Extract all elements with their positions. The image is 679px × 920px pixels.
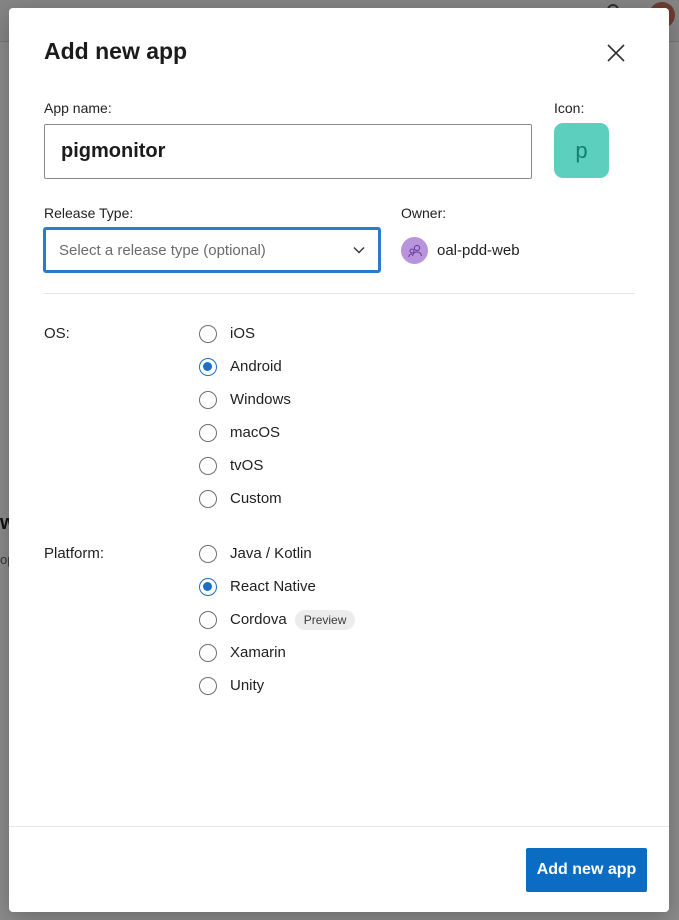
icon-label: Icon: bbox=[554, 100, 585, 116]
radio-button[interactable] bbox=[199, 544, 217, 563]
platform-option-label: Unity bbox=[230, 677, 265, 694]
owner-label: Owner: bbox=[401, 205, 447, 221]
owner-display: oal-pdd-web bbox=[401, 237, 520, 264]
platform-option-xamarin[interactable]: Xamarin bbox=[199, 643, 355, 676]
radio-button[interactable] bbox=[199, 423, 217, 442]
os-option-label: macOS bbox=[230, 424, 281, 441]
platform-option-java-kotlin[interactable]: Java / Kotlin bbox=[199, 544, 355, 577]
release-type-label: Release Type: bbox=[44, 205, 134, 221]
platform-label: Platform: bbox=[44, 545, 105, 562]
release-type-dropdown[interactable]: Select a release type (optional) bbox=[43, 227, 381, 273]
platform-option-unity[interactable]: Unity bbox=[199, 676, 355, 709]
radio-button[interactable] bbox=[199, 324, 217, 343]
os-option-label: Custom bbox=[230, 490, 282, 507]
radio-button[interactable] bbox=[199, 489, 217, 508]
platform-option-label: Cordova bbox=[230, 611, 287, 628]
platform-option-cordova[interactable]: Cordova Preview bbox=[199, 609, 356, 643]
add-app-dialog: Add new app App name: Icon: p Release Ty… bbox=[9, 8, 669, 912]
app-name-label: App name: bbox=[44, 100, 112, 116]
add-new-app-button[interactable]: Add new app bbox=[526, 848, 647, 892]
platform-option-label: Xamarin bbox=[230, 644, 286, 661]
owner-name: oal-pdd-web bbox=[437, 242, 520, 259]
release-type-placeholder: Select a release type (optional) bbox=[59, 242, 266, 259]
app-name-input[interactable] bbox=[44, 124, 532, 179]
radio-button[interactable] bbox=[199, 643, 217, 662]
os-option-label: tvOS bbox=[230, 457, 264, 474]
dialog-title: Add new app bbox=[44, 38, 188, 64]
platform-option-label: Java / Kotlin bbox=[230, 545, 312, 562]
os-radio-group: iOS Android Windows macOS tvOS Custom bbox=[199, 324, 291, 522]
platform-option-react-native[interactable]: React Native bbox=[199, 577, 355, 610]
os-option-windows[interactable]: Windows bbox=[199, 390, 291, 423]
os-option-label: Android bbox=[230, 358, 282, 375]
os-label: OS: bbox=[44, 325, 70, 342]
os-option-ios[interactable]: iOS bbox=[199, 324, 291, 357]
preview-badge: Preview bbox=[294, 609, 356, 630]
radio-button[interactable] bbox=[199, 390, 217, 409]
os-option-tvos[interactable]: tvOS bbox=[199, 456, 291, 489]
close-icon bbox=[607, 44, 625, 62]
platform-radio-group: Java / Kotlin React Native Cordova Previ… bbox=[199, 544, 356, 709]
radio-button[interactable] bbox=[199, 610, 217, 629]
radio-button[interactable] bbox=[199, 676, 217, 695]
radio-button-selected[interactable] bbox=[199, 577, 217, 596]
people-icon bbox=[401, 237, 428, 264]
close-button[interactable] bbox=[604, 41, 628, 65]
os-option-label: Windows bbox=[230, 391, 291, 408]
radio-button[interactable] bbox=[199, 456, 217, 475]
os-option-custom[interactable]: Custom bbox=[199, 489, 291, 522]
os-option-label: iOS bbox=[230, 325, 256, 342]
platform-option-label: React Native bbox=[230, 578, 316, 595]
radio-button-selected[interactable] bbox=[199, 357, 217, 376]
divider bbox=[44, 293, 635, 294]
os-option-android[interactable]: Android bbox=[199, 357, 291, 390]
app-icon-letter: p bbox=[575, 137, 588, 163]
footer-divider bbox=[9, 826, 669, 827]
os-option-macos[interactable]: macOS bbox=[199, 423, 291, 456]
chevron-down-icon bbox=[352, 243, 366, 257]
app-icon-picker[interactable]: p bbox=[554, 123, 609, 178]
